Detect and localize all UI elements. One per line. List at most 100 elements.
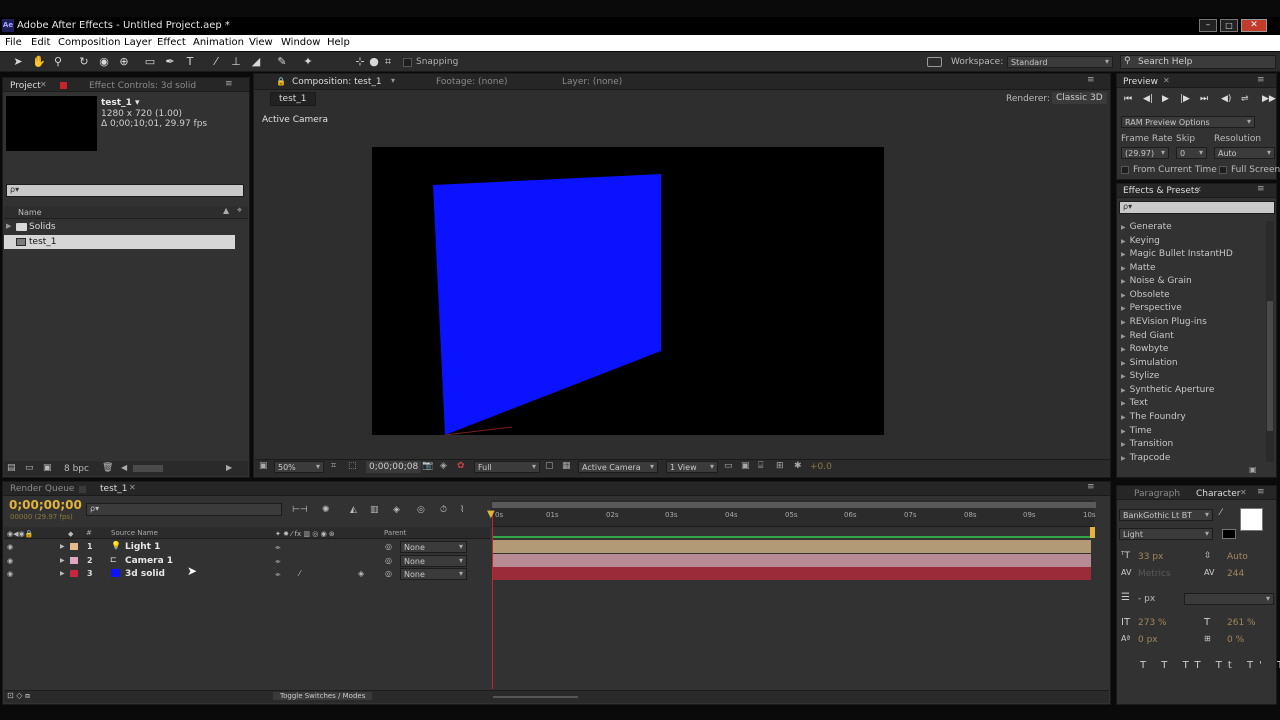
effect-category-obsolete[interactable]: Obsolete <box>1121 290 1170 300</box>
clone-stamp-tool-icon[interactable]: ⊥ <box>230 56 242 68</box>
effect-category-synthetic-aperture[interactable]: Synthetic Aperture <box>1121 385 1215 395</box>
tab-effects-presets[interactable]: Effects & Presets <box>1123 186 1199 196</box>
kerning-value[interactable]: Metrics <box>1138 569 1171 579</box>
scroll-right-icon[interactable]: ▶ <box>226 463 232 472</box>
motion-blur-icon[interactable]: ◎ <box>417 505 425 515</box>
current-time-indicator[interactable] <box>492 513 493 689</box>
full-screen-checkbox[interactable] <box>1219 166 1227 174</box>
effects-scrollbar-thumb[interactable] <box>1267 301 1273 431</box>
show-snapshot-icon[interactable]: ◈ <box>440 461 447 471</box>
color-channel-icon[interactable]: ✿ <box>457 461 465 471</box>
layer-bar-camera[interactable] <box>493 554 1091 567</box>
layer-label-color[interactable] <box>70 557 78 564</box>
project-item-solids[interactable]: ▶ Solids <box>4 221 235 234</box>
new-folder-icon[interactable]: ▣ <box>1249 465 1257 474</box>
resolution-preview-dropdown[interactable]: Auto <box>1214 147 1275 159</box>
minimize-button[interactable]: – <box>1199 19 1217 32</box>
project-horizontal-scrollbar[interactable] <box>133 465 163 472</box>
3d-solid-layer[interactable] <box>372 147 884 435</box>
last-frame-icon[interactable]: ⏭ <box>1200 94 1208 104</box>
label-icon[interactable]: ◆ <box>68 529 73 539</box>
first-frame-icon[interactable]: ⏮ <box>1124 94 1132 104</box>
expand-arrow-icon[interactable]: ▶ <box>60 556 65 566</box>
local-axis-icon[interactable]: ⊹ <box>354 56 366 68</box>
next-frame-icon[interactable]: |▶ <box>1180 94 1190 104</box>
effect-category-noise-grain[interactable]: Noise & Grain <box>1121 276 1192 286</box>
previous-frame-icon[interactable]: ◀| <box>1143 94 1153 104</box>
shy-layers-icon[interactable]: ▥ <box>370 505 379 515</box>
horizontal-scale-value[interactable]: 261 % <box>1227 618 1256 628</box>
puppet-tool-icon[interactable]: ✦ <box>302 56 314 68</box>
flowchart-icon[interactable]: ⌖ <box>237 206 242 216</box>
tsume-value[interactable]: 0 % <box>1227 635 1244 645</box>
view-axis-icon[interactable]: ⌗ <box>382 56 394 68</box>
close-tab-icon[interactable]: ▾ <box>391 76 395 85</box>
expand-arrow-icon[interactable]: ▶ <box>60 542 65 552</box>
toggle-pixel-aspect-icon[interactable]: ▭ <box>724 461 733 471</box>
parent-dropdown[interactable]: None <box>400 541 467 553</box>
scroll-left-icon[interactable]: ◀ <box>121 463 127 472</box>
hand-tool-icon[interactable]: ✋ <box>32 56 46 68</box>
draft-3d-icon[interactable]: ◭ <box>350 505 357 515</box>
toggle-switches-modes[interactable]: Toggle Switches / Modes <box>273 692 373 700</box>
stroke-color-swatch[interactable] <box>1222 529 1236 539</box>
zoom-dropdown[interactable]: 50% <box>274 461 324 473</box>
panel-menu-icon[interactable]: ≡ <box>225 79 233 89</box>
close-tab-icon[interactable]: ✕ <box>1163 76 1170 85</box>
menu-help[interactable]: Help <box>327 37 350 48</box>
mask-icon[interactable]: ⬚ <box>348 461 357 471</box>
font-size-value[interactable]: 33 px <box>1138 552 1163 562</box>
comp-mini-flowchart-icon[interactable]: ⊢⊣ <box>292 505 308 515</box>
leading-value[interactable]: Auto <box>1227 552 1248 562</box>
frame-blending-icon[interactable]: ◈ <box>393 505 400 515</box>
new-comp-icon[interactable]: ▣ <box>43 463 52 473</box>
exposure-icon[interactable]: ✱ <box>794 461 802 471</box>
audio-icon[interactable]: ◀) <box>1221 94 1231 104</box>
interpret-footage-icon[interactable]: ▤ <box>7 463 16 473</box>
renderer-value[interactable]: Classic 3D <box>1052 92 1107 104</box>
menu-window[interactable]: Window <box>281 37 320 48</box>
panel-menu-icon[interactable]: ≡ <box>1087 75 1095 85</box>
play-icon[interactable]: ▶ <box>1162 94 1169 104</box>
bit-depth-label[interactable]: 8 bpc <box>64 464 89 474</box>
tracking-value[interactable]: 244 <box>1227 569 1244 579</box>
expand-arrow-icon[interactable]: ▶ <box>60 569 65 579</box>
baseline-shift-value[interactable]: 0 px <box>1138 635 1158 645</box>
3d-layer-switch-icon[interactable]: ◈ <box>358 569 364 579</box>
menu-view[interactable]: View <box>249 37 273 48</box>
effect-category-simulation[interactable]: Simulation <box>1121 358 1178 368</box>
effect-category-magic-bullet[interactable]: Magic Bullet InstantHD <box>1121 249 1233 259</box>
frame-rate-dropdown[interactable]: (29.97) <box>1121 147 1169 159</box>
effect-category-revision[interactable]: REVision Plug-ins <box>1121 317 1207 327</box>
timeline-footer-icons[interactable]: ⊡ ◇ ⧈ <box>7 691 30 701</box>
shy-switch-icon[interactable]: ⌯ <box>275 556 281 566</box>
effect-category-rowbyte[interactable]: Rowbyte <box>1121 344 1169 354</box>
tab-character[interactable]: Character <box>1196 489 1240 499</box>
parent-dropdown[interactable]: None <box>400 568 467 580</box>
brainstorm-icon[interactable]: ⏱ <box>440 505 447 515</box>
maximize-button[interactable]: □ <box>1220 19 1238 32</box>
font-style-dropdown[interactable]: Light <box>1119 528 1213 540</box>
fast-previews-icon[interactable]: ▣ <box>741 461 750 471</box>
view-layout-dropdown[interactable]: 1 View <box>666 461 718 473</box>
project-item-test1[interactable]: test_1 <box>4 235 235 249</box>
trash-icon[interactable]: 🗑 <box>102 463 113 473</box>
shy-switch-icon[interactable]: ⌯ <box>275 569 281 579</box>
brush-tool-icon[interactable]: ⁄ <box>210 56 222 68</box>
menu-edit[interactable]: Edit <box>31 37 50 48</box>
tab-project[interactable]: Project <box>10 81 41 91</box>
camera-orbit-tool-icon[interactable]: ◉ <box>98 56 110 68</box>
comp-name[interactable]: test_1 ▾ <box>101 98 139 108</box>
current-time-display[interactable]: 0;00;00;08 <box>366 461 422 473</box>
tab-test1-timeline[interactable]: test_1 <box>100 484 128 494</box>
timeline-zoom-slider[interactable] <box>493 696 578 698</box>
effect-category-red-giant[interactable]: Red Giant <box>1121 331 1174 341</box>
effect-category-text[interactable]: Text <box>1121 398 1148 408</box>
selection-tool-icon[interactable]: ➤ <box>12 56 24 68</box>
close-button[interactable]: ✕ <box>1241 19 1267 32</box>
menu-composition[interactable]: Composition <box>58 37 120 48</box>
search-help-input[interactable]: ⚲ Search Help <box>1120 55 1276 69</box>
layer-label-color[interactable] <box>70 543 78 550</box>
layer-name[interactable]: Camera 1 <box>125 556 173 566</box>
ram-preview-icon[interactable]: ▶▶ <box>1262 94 1276 104</box>
